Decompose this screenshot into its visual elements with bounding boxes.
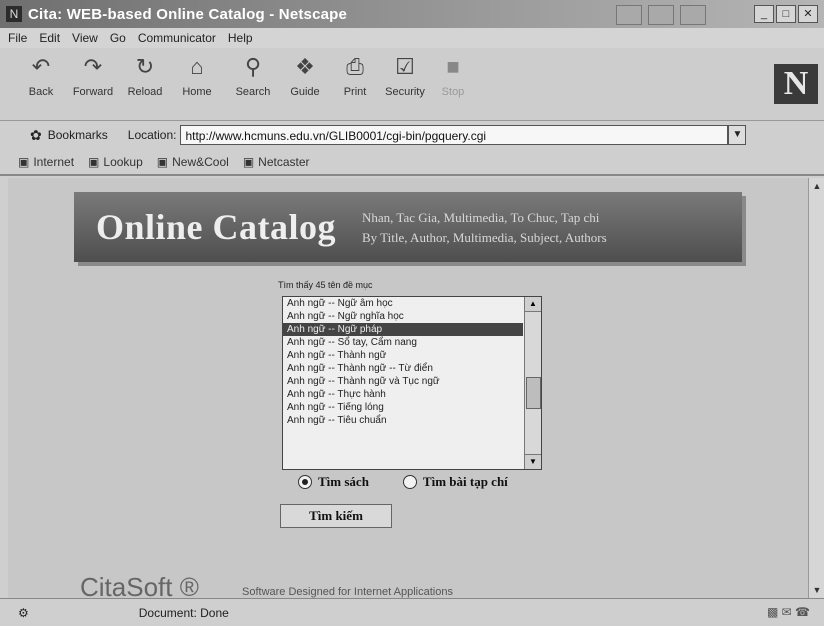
menu-edit[interactable]: Edit [39, 31, 60, 45]
list-item-selected[interactable]: Anh ngữ -- Ngữ pháp [283, 323, 523, 336]
internet-icon: ▣ [18, 155, 30, 169]
scroll-thumb[interactable] [526, 377, 541, 409]
link-newcool[interactable]: New&Cool [172, 155, 229, 169]
print-icon: ⎙ [346, 54, 364, 79]
link-netcaster[interactable]: Netcaster [258, 155, 309, 169]
security-button[interactable]: ☑ Security [382, 54, 428, 98]
guide-button[interactable]: ❖ Guide [282, 54, 328, 98]
search-submit-button[interactable]: Tìm kiếm [280, 504, 392, 528]
location-label: Location: [127, 128, 177, 142]
menu-file[interactable]: File [8, 31, 27, 45]
home-icon: ⌂ [190, 54, 204, 79]
search-button[interactable]: ⚲ Search [230, 54, 276, 98]
home-button[interactable]: ⌂ Home [174, 54, 220, 98]
connection-icon: ⚙ [18, 606, 29, 620]
list-item[interactable]: Anh ngữ -- Thành ngữ và Tục ngữ [283, 375, 523, 388]
scroll-up-icon[interactable]: ▲ [809, 178, 824, 194]
stop-button[interactable]: ■ Stop [430, 54, 476, 98]
page-scrollbar[interactable]: ▲ ▼ [808, 178, 824, 598]
status-icons: ▩ ✉ ☎ [766, 605, 810, 619]
netcaster-icon: ▣ [242, 155, 255, 169]
list-item[interactable]: Anh ngữ -- Tiếng lóng [283, 401, 523, 414]
close-button[interactable]: ✕ [798, 5, 818, 23]
menu-bar: File Edit View Go Communicator Help [0, 28, 824, 48]
guide-icon: ❖ [295, 54, 315, 79]
results-count-label: Tìm thấy 45 tên đề mục [278, 280, 373, 290]
search-icon: ⚲ [244, 54, 262, 79]
status-text: Document: Done [138, 606, 229, 620]
minimize-button[interactable]: _ [754, 5, 774, 23]
print-button[interactable]: ⎙ Print [332, 54, 378, 98]
stop-icon: ■ [446, 54, 460, 79]
radio-journals[interactable] [402, 475, 417, 489]
search-type-group: Tìm sách Tìm bài tạp chí [298, 474, 542, 490]
taskbar-icon [616, 5, 642, 25]
title-bar: N Cita: WEB-based Online Catalog - Netsc… [0, 0, 824, 28]
newcool-icon: ▣ [156, 155, 169, 169]
bookmark-icon: ✿ [30, 126, 42, 143]
list-item[interactable]: Anh ngữ -- Thành ngữ -- Từ điển [283, 362, 523, 375]
url-input[interactable]: http://www.hcmuns.edu.vn/GLIB0001/cgi-bi… [180, 125, 729, 145]
list-item[interactable]: Anh ngữ -- Ngữ nghĩa học [283, 310, 523, 323]
banner-subtitle-vi: Nhan, Tac Gia, Multimedia, To Chuc, Tap … [362, 210, 600, 225]
link-lookup[interactable]: Lookup [103, 155, 142, 169]
maximize-button[interactable]: □ [776, 5, 796, 23]
browser-window: N Cita: WEB-based Online Catalog - Netsc… [0, 0, 824, 626]
list-item[interactable]: Anh ngữ -- Thực hành [283, 388, 523, 401]
window-title: Cita: WEB-based Online Catalog - Netscap… [28, 5, 348, 23]
list-item[interactable]: Anh ngữ -- Sổ tay, Cẩm nang [283, 336, 523, 349]
radio-journals-label: Tìm bài tạp chí [422, 474, 508, 489]
netscape-logo[interactable]: N [774, 64, 818, 104]
banner-subtitle-en: By Title, Author, Multimedia, Subject, A… [362, 230, 607, 245]
navigation-toolbar: ↶ Back ↷ Forward ↻ Reload ⌂ Home ⚲ Search ❖ Gu… [0, 48, 824, 121]
scroll-down-icon[interactable]: ▼ [809, 582, 824, 598]
menu-help[interactable]: Help [228, 31, 253, 45]
banner-title: Online Catalog [96, 207, 337, 247]
listbox-scrollbar[interactable]: ▲ ▼ [524, 297, 541, 469]
taskbar-deco [616, 5, 706, 25]
netscape-icon: N [6, 6, 22, 22]
catalog-banner: Online Catalog Nhan, Tac Gia, Multimedia… [74, 192, 742, 262]
taskbar-icon [648, 5, 674, 25]
back-arrow-icon: ↶ [31, 54, 51, 79]
url-dropdown-icon[interactable]: ▼ [728, 125, 747, 145]
list-item[interactable]: Anh ngữ -- Tiêu chuẩn [283, 414, 523, 427]
personal-toolbar: ▣ Internet ▣ Lookup ▣ New&Cool ▣ Netcast… [0, 150, 824, 176]
radio-books-label: Tìm sách [318, 474, 369, 489]
menu-communicator[interactable]: Communicator [138, 31, 216, 45]
list-item[interactable]: Anh ngữ -- Ngữ âm học [283, 297, 523, 310]
lookup-icon: ▣ [88, 155, 100, 169]
bookmarks-button[interactable]: Bookmarks [48, 128, 108, 142]
reload-icon: ↻ [135, 54, 155, 79]
subject-listbox[interactable]: Anh ngữ -- Ngữ âm học Anh ngữ -- Ngữ ngh… [282, 296, 542, 470]
page-content: Online Catalog Nhan, Tac Gia, Multimedia… [8, 178, 808, 602]
menu-go[interactable]: Go [110, 31, 126, 45]
list-item[interactable]: Anh ngữ -- Thành ngữ [283, 349, 523, 362]
forward-arrow-icon: ↷ [83, 54, 103, 79]
link-internet[interactable]: Internet [33, 155, 74, 169]
window-controls: _ □ ✕ [754, 5, 818, 23]
security-icon: ☑ [395, 54, 415, 79]
status-bar: ⚙ Document: Done ▩ ✉ ☎ [0, 598, 824, 626]
back-button[interactable]: ↶ Back [18, 54, 64, 98]
radio-books[interactable] [298, 475, 312, 489]
taskbar-icon [680, 5, 706, 25]
scroll-up-icon[interactable]: ▲ [525, 297, 541, 312]
scroll-down-icon[interactable]: ▼ [525, 454, 541, 469]
menu-view[interactable]: View [72, 31, 98, 45]
reload-button[interactable]: ↻ Reload [122, 54, 168, 98]
location-bar: ✿ Bookmarks Location: http://www.hcmuns.… [0, 121, 824, 149]
forward-button[interactable]: ↷ Forward [70, 54, 116, 98]
footer-tagline: Software Designed for Internet Applicati… [242, 586, 453, 598]
